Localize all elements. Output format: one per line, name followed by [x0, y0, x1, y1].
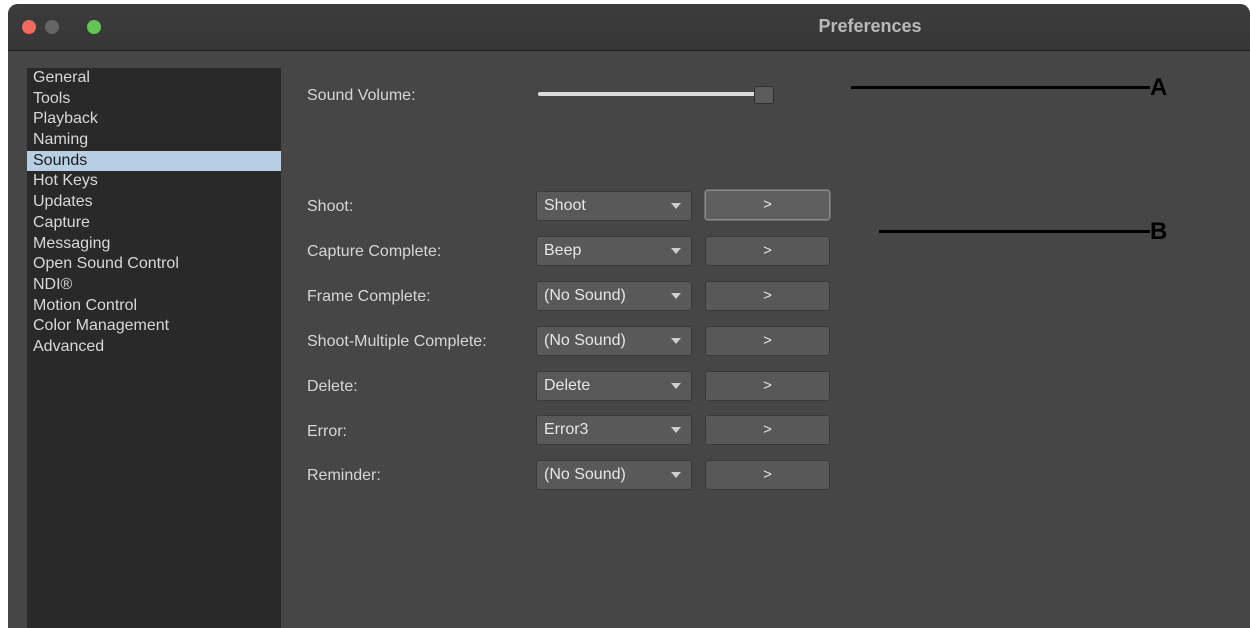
shoot-multiple-complete-sound-select[interactable]: (No Sound): [536, 326, 692, 356]
sidebar-item-open-sound-control[interactable]: Open Sound Control: [27, 254, 281, 275]
sidebar-item-updates[interactable]: Updates: [27, 192, 281, 213]
delete-sound-select[interactable]: Delete: [536, 371, 692, 401]
shoot-multiple-complete-sound-label: Shoot-Multiple Complete:: [307, 333, 487, 350]
capture-complete-sound-select[interactable]: Beep: [536, 236, 692, 266]
sidebar-item-label: Messaging: [33, 234, 111, 252]
sidebar-item-label: Tools: [33, 89, 71, 107]
error-sound-label: Error:: [307, 423, 347, 440]
reminder-sound-select[interactable]: (No Sound): [536, 460, 692, 490]
callout-b-line: [879, 230, 1150, 233]
frame-complete-sound-label: Frame Complete:: [307, 288, 431, 305]
dropdown-arrow-icon: [671, 293, 681, 299]
select-value: (No Sound): [544, 466, 626, 483]
sidebar-item-motion-control[interactable]: Motion Control: [27, 296, 281, 317]
shoot-sound-select[interactable]: Shoot: [536, 191, 692, 221]
select-value: Error3: [544, 421, 589, 438]
sidebar-item-label: Open Sound Control: [33, 255, 179, 273]
dropdown-arrow-icon: [671, 338, 681, 344]
sidebar-item-label: Sounds: [33, 151, 88, 169]
sidebar-item-label: Color Management: [33, 317, 170, 335]
sidebar-item-capture[interactable]: Capture: [27, 213, 281, 234]
reminder-sound-label: Reminder:: [307, 467, 381, 484]
sidebar-item-label: Playback: [33, 110, 98, 128]
shoot-multiple-complete-sound-play-button[interactable]: >: [705, 326, 830, 356]
window-title: Preferences: [818, 16, 922, 36]
select-value: Delete: [544, 377, 591, 394]
shoot-sound-play-button[interactable]: >: [705, 190, 830, 220]
sidebar-item-ndi[interactable]: NDI®: [27, 275, 281, 296]
callout-b-label: B: [1150, 218, 1168, 245]
sidebar-item-tools[interactable]: Tools: [27, 89, 281, 110]
callout-a-label: A: [1150, 74, 1168, 101]
callout-a-line: [851, 86, 1150, 89]
sidebar-item-label: NDI®: [33, 275, 73, 293]
shoot-sound-label: Shoot:: [307, 198, 354, 215]
error-sound-play-button[interactable]: >: [705, 415, 830, 445]
error-sound-select[interactable]: Error3: [536, 415, 692, 445]
sidebar-item-sounds[interactable]: Sounds: [27, 150, 281, 172]
dropdown-arrow-icon: [671, 472, 681, 478]
frame-complete-sound-select[interactable]: (No Sound): [536, 281, 692, 311]
sound-volume-label: Sound Volume:: [307, 87, 416, 104]
sound-volume-slider-thumb[interactable]: [754, 86, 774, 104]
sidebar-item-label: Hot Keys: [33, 172, 98, 190]
sidebar: General Tools Playback Naming Sounds Hot…: [27, 68, 281, 628]
delete-sound-label: Delete:: [307, 378, 358, 395]
select-value: (No Sound): [544, 332, 626, 349]
preferences-window: Preferences General Tools Playback Namin…: [8, 4, 1250, 628]
sound-volume-slider-track[interactable]: [538, 92, 766, 96]
select-value: Beep: [544, 242, 582, 259]
select-value: (No Sound): [544, 287, 626, 304]
title-bar: Preferences: [8, 4, 1250, 51]
sidebar-item-messaging[interactable]: Messaging: [27, 234, 281, 255]
sidebar-item-general[interactable]: General: [27, 68, 281, 89]
sidebar-item-color-management[interactable]: Color Management: [27, 316, 281, 337]
delete-sound-play-button[interactable]: >: [705, 371, 830, 401]
reminder-sound-play-button[interactable]: >: [705, 460, 830, 490]
sidebar-item-label: Updates: [33, 193, 93, 211]
sidebar-item-label: Advanced: [33, 337, 105, 355]
dropdown-arrow-icon: [671, 203, 681, 209]
dropdown-arrow-icon: [671, 383, 681, 389]
sidebar-item-label: Naming: [33, 131, 89, 149]
sidebar-item-label: General: [33, 69, 90, 86]
dropdown-arrow-icon: [671, 248, 681, 254]
frame-complete-sound-play-button[interactable]: >: [705, 281, 830, 311]
sidebar-item-naming[interactable]: Naming: [27, 130, 281, 151]
sidebar-item-hot-keys[interactable]: Hot Keys: [27, 171, 281, 192]
sidebar-item-label: Motion Control: [33, 296, 138, 314]
sidebar-item-label: Capture: [33, 213, 90, 231]
capture-complete-sound-label: Capture Complete:: [307, 243, 442, 260]
sidebar-item-playback[interactable]: Playback: [27, 109, 281, 130]
select-value: Shoot: [544, 197, 586, 214]
dropdown-arrow-icon: [671, 427, 681, 433]
sidebar-item-advanced[interactable]: Advanced: [27, 337, 281, 358]
capture-complete-sound-play-button[interactable]: >: [705, 236, 830, 266]
